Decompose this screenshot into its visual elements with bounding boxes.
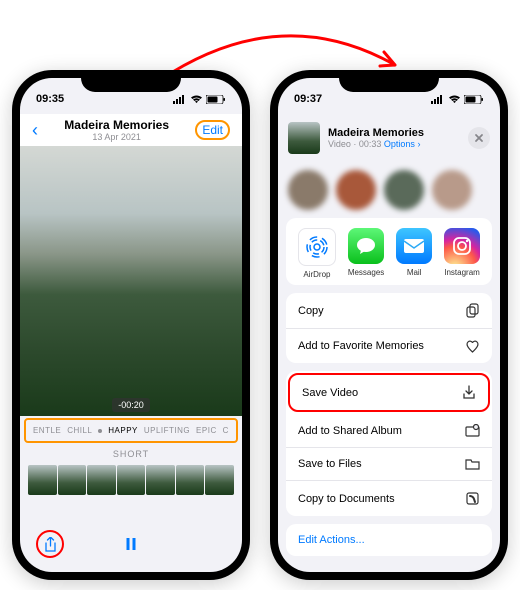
edit-button[interactable]: Edit <box>195 120 230 140</box>
notch <box>339 70 439 92</box>
share-icon <box>44 537 57 552</box>
instagram-app[interactable]: Instagram <box>444 228 480 279</box>
timeline-thumb <box>146 465 175 495</box>
mood-happy[interactable]: HAPPY <box>108 426 138 435</box>
mood-c[interactable]: C <box>223 426 229 435</box>
nav-title-block: Madeira Memories 13 Apr 2021 <box>64 118 169 142</box>
messages-icon <box>348 228 384 264</box>
timeline-thumb <box>117 465 146 495</box>
memory-photo[interactable]: -00:20 <box>20 146 242 416</box>
timeline-thumb <box>176 465 205 495</box>
instagram-icon <box>444 228 480 264</box>
download-icon <box>462 385 476 400</box>
messages-app[interactable]: Messages <box>348 228 384 279</box>
share-button[interactable] <box>36 530 64 558</box>
phone-left: 09:35 ‹ Madeira Memories 13 Apr 2021 Edi… <box>12 70 250 580</box>
save-files-action[interactable]: Save to Files <box>286 448 492 481</box>
contact-avatar[interactable] <box>384 170 424 210</box>
battery-icon <box>464 95 484 104</box>
contact-avatar[interactable] <box>432 170 472 210</box>
contact-avatar[interactable] <box>288 170 328 210</box>
notch <box>81 70 181 92</box>
close-button[interactable] <box>468 127 490 149</box>
share-thumbnail <box>288 122 320 154</box>
share-header: Madeira Memories Video · 00:33 Options › <box>278 114 500 162</box>
shared-album-action[interactable]: Add to Shared Album <box>286 414 492 448</box>
airdrop-app[interactable]: AirDrop <box>298 228 336 279</box>
copy-icon <box>465 303 480 318</box>
folder-icon <box>465 458 480 470</box>
signal-icon <box>431 95 445 104</box>
mail-icon <box>396 228 432 264</box>
share-apps-row: AirDrop Messages Mail Instagram <box>286 218 492 285</box>
copy-action[interactable]: Copy <box>286 293 492 329</box>
bottom-controls <box>20 520 242 568</box>
favorite-action[interactable]: Add to Favorite Memories <box>286 329 492 363</box>
status-icons <box>431 95 484 104</box>
back-button[interactable]: ‹ <box>32 120 38 141</box>
wifi-icon <box>448 95 461 104</box>
mood-uplifting[interactable]: UPLIFTING <box>144 426 190 435</box>
mood-dot-icon <box>98 429 102 433</box>
mail-app[interactable]: Mail <box>396 228 432 279</box>
contacts-row[interactable] <box>278 162 500 218</box>
documents-icon <box>465 491 480 506</box>
contact-avatar[interactable] <box>336 170 376 210</box>
mood-selector[interactable]: ENTLE CHILL HAPPY UPLIFTING EPIC C <box>24 418 238 443</box>
pause-button[interactable] <box>127 538 136 550</box>
status-time: 09:35 <box>36 93 64 105</box>
duration-label: SHORT <box>20 445 242 463</box>
timeline-thumb <box>87 465 116 495</box>
timeline-thumb <box>58 465 87 495</box>
edit-actions-link[interactable]: Edit Actions... <box>286 524 492 556</box>
album-icon <box>465 424 480 437</box>
mood-epic[interactable]: EPIC <box>196 426 217 435</box>
mood-chill[interactable]: CHILL <box>67 426 92 435</box>
copy-docs-action[interactable]: Copy to Documents <box>286 481 492 516</box>
timeline-thumb <box>205 465 234 495</box>
mood-gentle[interactable]: ENTLE <box>33 426 61 435</box>
timeline-scrubber[interactable] <box>20 463 242 497</box>
share-title: Madeira Memories <box>328 127 460 139</box>
close-icon <box>474 133 484 143</box>
share-subtitle: Video · 00:33 Options › <box>328 139 460 149</box>
heart-icon <box>465 339 480 353</box>
options-link[interactable]: Options <box>384 139 415 149</box>
playback-time: -00:20 <box>112 398 150 412</box>
phone-right: 09:37 Madeira Memories Video · 00:33 Opt… <box>270 70 508 580</box>
action-list-2: Save Video Add to Shared Album Save to F… <box>286 371 492 516</box>
timeline-thumb <box>28 465 57 495</box>
airdrop-icon <box>298 228 336 266</box>
page-subtitle: 13 Apr 2021 <box>64 132 169 142</box>
page-title: Madeira Memories <box>64 118 169 132</box>
pause-icon <box>127 538 130 550</box>
action-list-1: Copy Add to Favorite Memories <box>286 293 492 363</box>
save-video-action[interactable]: Save Video <box>288 373 490 412</box>
nav-bar: ‹ Madeira Memories 13 Apr 2021 Edit <box>20 114 242 146</box>
pause-icon <box>133 538 136 550</box>
